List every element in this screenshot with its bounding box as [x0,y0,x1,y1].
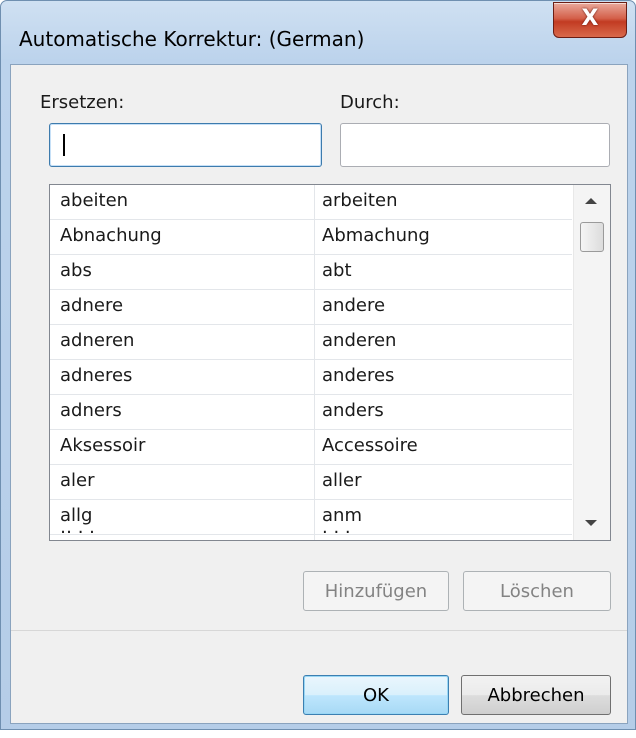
list-item[interactable]: Aksessoir Accessoire [50,430,572,465]
partial-row: ‥ . . . . . [60,517,351,538]
arrow-down-icon[interactable] [585,520,597,526]
autocorrect-dialog: Automatische Korrektur: (German) X Erset… [0,0,636,730]
close-icon: X [581,6,599,31]
list-item[interactable]: aler aller [50,465,572,500]
list-item[interactable]: abs abt [50,255,572,290]
entry-to: anders [322,400,384,421]
entry-to: Abmachung [322,225,430,246]
delete-button[interactable]: Löschen [463,571,611,611]
text-caret [63,134,65,156]
ok-button[interactable]: OK [303,675,449,715]
entry-to: aller [322,470,362,491]
entry-to: anderen [322,330,397,351]
list-item[interactable]: adners anders [50,395,572,430]
entry-to: anderes [322,365,395,386]
with-input[interactable] [340,123,610,167]
scrollbar-thumb[interactable] [580,222,604,252]
entry-from: adners [60,400,122,421]
arrow-up-icon[interactable] [585,198,597,204]
replace-label: Ersetzen: [40,92,125,113]
entry-to: Accessoire [322,435,418,456]
autocorrect-list[interactable]: abeiten arbeiten Abnachung Abmachung abs abt a… [49,184,611,541]
entry-from: abeiten [60,190,129,211]
dialog-title: Automatische Korrektur: (German) [19,27,365,51]
list-item[interactable]: abeiten arbeiten [50,185,572,220]
list-item[interactable]: adneres anderes [50,360,572,395]
list-item[interactable]: adnere andere [50,290,572,325]
add-button[interactable]: Hinzufügen [303,571,449,611]
list-item[interactable]: Abnachung Abmachung [50,220,572,255]
entry-to: andere [322,295,386,316]
separator [11,630,627,631]
replace-input[interactable] [49,123,322,167]
with-label: Durch: [340,92,400,113]
cancel-button[interactable]: Abbrechen [461,675,611,715]
entry-from: adneres [60,365,133,386]
entry-from: adnere [60,295,124,316]
list-item[interactable]: adneren anderen [50,325,572,360]
dialog-body: Ersetzen: Durch: abeiten arbeiten Abnachun… [10,64,628,724]
list-scrollbar[interactable] [573,185,610,540]
entry-to: abt [322,260,352,281]
entry-from: abs [60,260,92,281]
entry-to: arbeiten [322,190,398,211]
list-rows: abeiten arbeiten Abnachung Abmachung abs abt a… [50,185,572,535]
entry-from: aler [60,470,95,491]
close-button[interactable]: X [553,2,627,38]
entry-from: Aksessoir [60,435,146,456]
entry-from: Abnachung [60,225,162,246]
entry-from: adneren [60,330,135,351]
